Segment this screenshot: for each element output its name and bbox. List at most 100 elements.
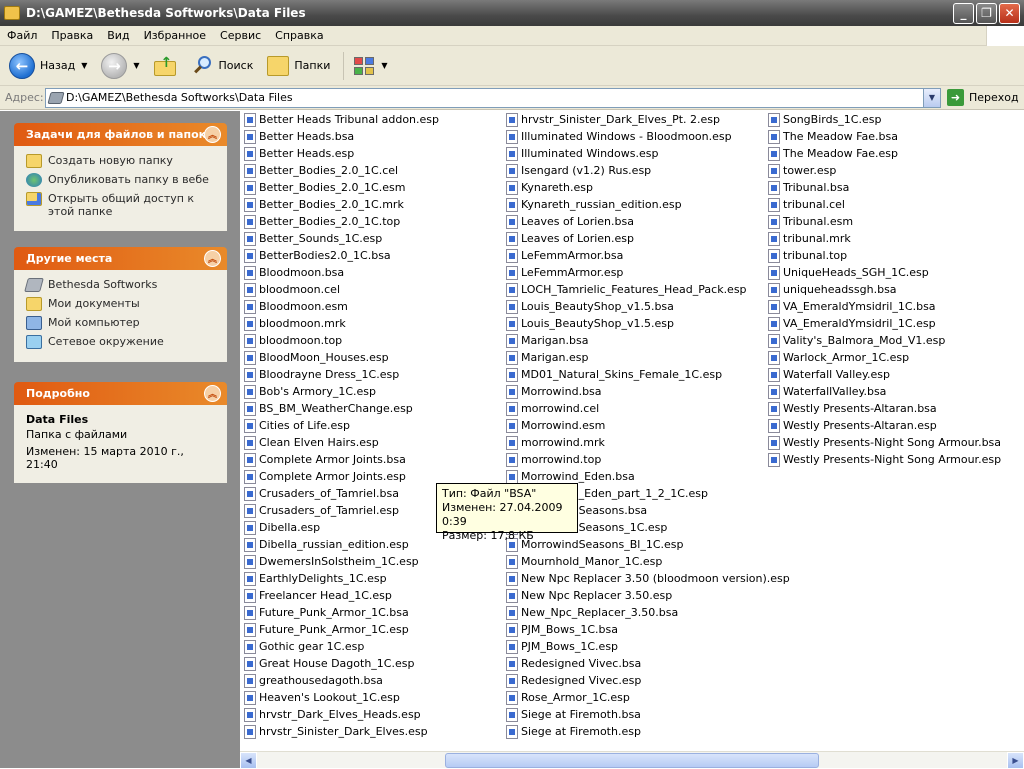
file-item[interactable]: New_Npc_Replacer_3.50.bsa xyxy=(502,604,790,621)
file-item[interactable]: Isengard (v1.2) Rus.esp xyxy=(502,162,790,179)
file-item[interactable]: bloodmoon.cel xyxy=(240,281,439,298)
file-item[interactable]: morrowind.mrk xyxy=(502,434,790,451)
file-item[interactable]: BetterBodies2.0_1C.bsa xyxy=(240,247,439,264)
menu-help[interactable]: Справка xyxy=(268,29,330,42)
back-button[interactable]: ← Назад ▼ xyxy=(6,49,90,83)
file-item[interactable]: Clean Elven Hairs.esp xyxy=(240,434,439,451)
file-item[interactable]: Mournhold_Manor_1C.esp xyxy=(502,553,790,570)
file-item[interactable]: Westly Presents-Night Song Armour.bsa xyxy=(764,434,1001,451)
close-button[interactable]: ✕ xyxy=(999,2,1020,24)
menu-view[interactable]: Вид xyxy=(100,29,136,42)
file-item[interactable]: Future_Punk_Armor_1C.esp xyxy=(240,621,439,638)
details-panel-header[interactable]: Подробно ︽ xyxy=(14,382,227,405)
address-input[interactable]: D:\GAMEZ\Bethesda Softworks\Data Files ▼ xyxy=(45,87,941,108)
file-item[interactable]: Better_Bodies_2.0_1C.cel xyxy=(240,162,439,179)
file-item[interactable]: PJM_Bows_1C.bsa xyxy=(502,621,790,638)
file-item[interactable]: The Meadow Fae.bsa xyxy=(764,128,1001,145)
minimize-button[interactable]: _ xyxy=(953,2,974,24)
file-item[interactable]: Westly Presents-Altaran.esp xyxy=(764,417,1001,434)
menu-tools[interactable]: Сервис xyxy=(213,29,268,42)
file-item[interactable]: DwemersInSolstheim_1C.esp xyxy=(240,553,439,570)
scroll-left-icon[interactable]: ◀ xyxy=(240,751,257,769)
file-item[interactable]: hrvstr_Sinister_Dark_Elves_Pt. 2.esp xyxy=(502,111,790,128)
file-item[interactable]: tribunal.mrk xyxy=(764,230,1001,247)
scroll-thumb[interactable] xyxy=(445,752,819,768)
file-item[interactable]: Morrowind.bsa xyxy=(502,383,790,400)
file-item[interactable]: PJM_Bows_1C.esp xyxy=(502,638,790,655)
place-bethesda[interactable]: Bethesda Softworks xyxy=(24,278,217,292)
file-item[interactable]: Complete Armor Joints.bsa xyxy=(240,451,439,468)
file-item[interactable]: Cities of Life.esp xyxy=(240,417,439,434)
up-folder-button[interactable]: ↑ xyxy=(151,49,181,83)
file-item[interactable]: Louis_BeautyShop_v1.5.bsa xyxy=(502,298,790,315)
file-item[interactable]: Heaven's Lookout_1C.esp xyxy=(240,689,439,706)
task-new-folder[interactable]: Создать новую папку xyxy=(26,154,217,168)
file-item[interactable]: greathousedagoth.bsa xyxy=(240,672,439,689)
file-item[interactable]: LeFemmArmor.esp xyxy=(502,264,790,281)
file-item[interactable]: Kynareth_russian_edition.esp xyxy=(502,196,790,213)
file-item[interactable]: VA_EmeraldYmsidril_1C.bsa xyxy=(764,298,1001,315)
file-item[interactable]: Freelancer Head_1C.esp xyxy=(240,587,439,604)
file-item[interactable]: Redesigned Vivec.bsa xyxy=(502,655,790,672)
file-item[interactable]: morrowind.top xyxy=(502,451,790,468)
file-item[interactable]: Illuminated Windows - Bloodmoon.esp xyxy=(502,128,790,145)
places-panel-header[interactable]: Другие места ︽ xyxy=(14,247,227,270)
place-my-computer[interactable]: Мой компьютер xyxy=(26,316,217,330)
menu-edit[interactable]: Правка xyxy=(44,29,100,42)
file-item[interactable]: morrowind.cel xyxy=(502,400,790,417)
file-item[interactable]: hrvstr_Dark_Elves_Heads.esp xyxy=(240,706,439,723)
file-item[interactable]: Warlock_Armor_1C.esp xyxy=(764,349,1001,366)
forward-button[interactable]: → ▼ xyxy=(98,49,142,83)
maximize-button[interactable]: ❐ xyxy=(976,2,997,24)
file-item[interactable]: Westly Presents-Night Song Armour.esp xyxy=(764,451,1001,468)
file-item[interactable]: Tribunal.bsa xyxy=(764,179,1001,196)
forward-dropdown-icon[interactable]: ▼ xyxy=(133,61,139,70)
collapse-icon[interactable]: ︽ xyxy=(204,250,221,267)
file-item[interactable]: Crusaders_of_Tamriel.bsa xyxy=(240,485,439,502)
address-dropdown-icon[interactable]: ▼ xyxy=(923,88,940,107)
file-item[interactable]: Kynareth.esp xyxy=(502,179,790,196)
file-item[interactable]: Illuminated Windows.esp xyxy=(502,145,790,162)
file-item[interactable]: VA_EmeraldYmsidril_1C.esp xyxy=(764,315,1001,332)
file-item[interactable]: tower.esp xyxy=(764,162,1001,179)
file-item[interactable]: hrvstr_Sinister_Dark_Elves.esp xyxy=(240,723,439,740)
task-share-folder[interactable]: Открыть общий доступ к этой папке xyxy=(26,192,217,218)
file-item[interactable]: EarthlyDelights_1C.esp xyxy=(240,570,439,587)
file-item[interactable]: Great House Dagoth_1C.esp xyxy=(240,655,439,672)
menu-file[interactable]: Файл xyxy=(0,29,44,42)
views-button[interactable]: ▼ xyxy=(350,49,390,83)
file-item[interactable]: Dibella_russian_edition.esp xyxy=(240,536,439,553)
file-item[interactable]: uniqueheadssgh.bsa xyxy=(764,281,1001,298)
collapse-icon[interactable]: ︽ xyxy=(204,385,221,402)
file-item[interactable]: BS_BM_WeatherChange.esp xyxy=(240,400,439,417)
file-item[interactable]: UniqueHeads_SGH_1C.esp xyxy=(764,264,1001,281)
file-item[interactable]: tribunal.cel xyxy=(764,196,1001,213)
file-item[interactable]: Siege at Firemoth.bsa xyxy=(502,706,790,723)
file-item[interactable]: Better Heads.bsa xyxy=(240,128,439,145)
file-item[interactable]: Waterfall Valley.esp xyxy=(764,366,1001,383)
file-item[interactable]: Leaves of Lorien.esp xyxy=(502,230,790,247)
file-item[interactable]: Rose_Armor_1C.esp xyxy=(502,689,790,706)
views-dropdown-icon[interactable]: ▼ xyxy=(381,61,387,70)
file-item[interactable]: Complete Armor Joints.esp xyxy=(240,468,439,485)
file-item[interactable]: WaterfallValley.bsa xyxy=(764,383,1001,400)
file-item[interactable]: Better Heads Tribunal addon.esp xyxy=(240,111,439,128)
file-item[interactable]: Louis_BeautyShop_v1.5.esp xyxy=(502,315,790,332)
file-item[interactable]: Gothic gear 1C.esp xyxy=(240,638,439,655)
file-item[interactable]: Better Heads.esp xyxy=(240,145,439,162)
file-item[interactable]: Better_Sounds_1C.esp xyxy=(240,230,439,247)
back-dropdown-icon[interactable]: ▼ xyxy=(81,61,87,70)
file-item[interactable]: Vality's_Balmora_Mod_V1.esp xyxy=(764,332,1001,349)
file-item[interactable]: Better_Bodies_2.0_1C.top xyxy=(240,213,439,230)
menu-favorites[interactable]: Избранное xyxy=(137,29,213,42)
file-item[interactable]: Marigan.esp xyxy=(502,349,790,366)
file-item[interactable]: Bloodmoon.esm xyxy=(240,298,439,315)
file-item[interactable]: Westly Presents-Altaran.bsa xyxy=(764,400,1001,417)
file-item[interactable]: Leaves of Lorien.bsa xyxy=(502,213,790,230)
go-button[interactable]: ➜ Переход xyxy=(947,89,1019,106)
file-item[interactable]: LeFemmArmor.bsa xyxy=(502,247,790,264)
folders-button[interactable]: Папки xyxy=(264,49,333,83)
file-item[interactable]: New Npc Replacer 3.50.esp xyxy=(502,587,790,604)
file-item[interactable]: Bloodrayne Dress_1C.esp xyxy=(240,366,439,383)
scroll-right-icon[interactable]: ▶ xyxy=(1007,751,1024,769)
